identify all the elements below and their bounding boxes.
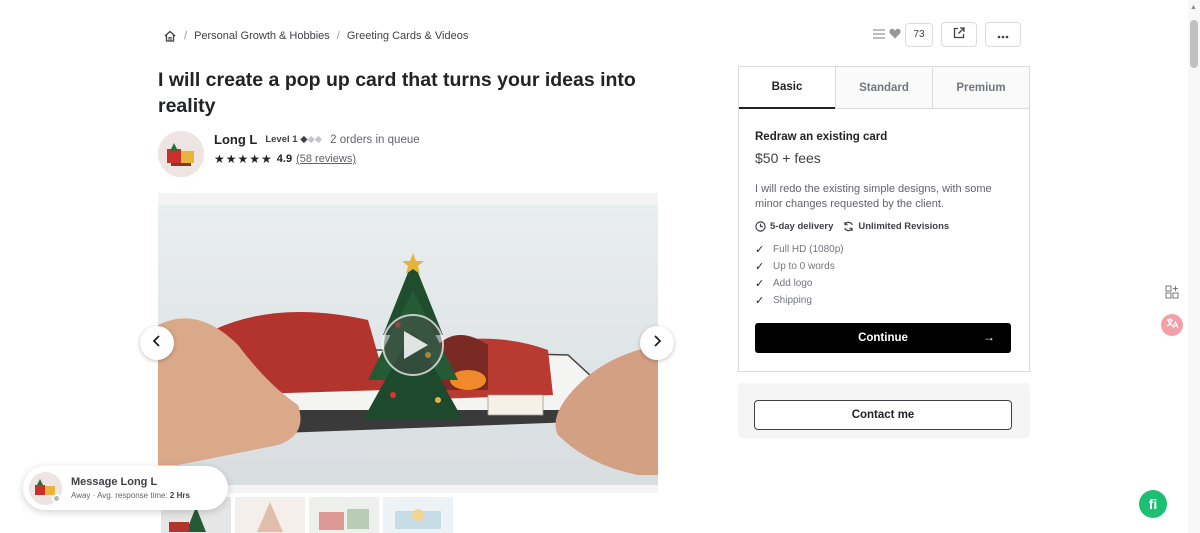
breadcrumb-item-category[interactable]: Personal Growth & Hobbies [194, 30, 330, 42]
list-icon[interactable] [873, 26, 885, 44]
feature-item: ✓ Full HD (1080p) [755, 241, 1013, 258]
feature-label: Shipping [773, 295, 812, 306]
more-options-button[interactable] [985, 22, 1021, 47]
check-icon: ✓ [755, 261, 765, 273]
response-time-value: 2 Hrs [169, 491, 190, 500]
message-title: Message Long L [71, 476, 158, 488]
heart-icon[interactable] [889, 26, 901, 44]
breadcrumb-separator: / [184, 30, 188, 42]
seller-name[interactable]: Long L [214, 132, 257, 147]
check-icon: ✓ [755, 278, 765, 290]
apps-plus-icon [1165, 285, 1179, 304]
tab-basic[interactable]: Basic [739, 67, 835, 109]
continue-label: Continue [858, 332, 908, 344]
package-tabs: Basic Standard Premium [739, 67, 1029, 109]
gallery-next-button[interactable] [640, 326, 674, 360]
package-meta: 5-day delivery Unlimited Revisions [755, 221, 1013, 232]
chevron-right-icon [652, 334, 662, 352]
message-status-line: Away · Avg. response time: 2 Hrs [71, 491, 190, 500]
star-rating-icon: ★★★★★ [214, 152, 273, 166]
seller-overview: Long L Level 1 ◆◆◆ 2 orders in queue ★★★… [158, 131, 420, 177]
message-text: Message Long L Away · Avg. response time… [71, 476, 190, 500]
seller-avatar[interactable] [158, 131, 204, 177]
breadcrumb-separator: / [336, 30, 340, 42]
tab-premium[interactable]: Premium [932, 67, 1029, 108]
refresh-icon [843, 221, 854, 232]
feature-item: ✓ Add logo [755, 275, 1013, 292]
reviews-link[interactable]: (58 reviews) [296, 153, 356, 165]
gig-gallery[interactable] [158, 193, 658, 493]
rating-value: 4.9 [276, 153, 293, 165]
likes-count: 73 [905, 22, 933, 47]
share-icon [953, 26, 965, 44]
package-panel: Basic Standard Premium Redraw an existin… [738, 66, 1030, 372]
gallery-thumbnail[interactable] [383, 497, 453, 533]
translate-icon [1165, 316, 1179, 335]
share-button[interactable] [941, 22, 977, 47]
package-description: I will redo the existing simple designs,… [755, 183, 992, 210]
fiverr-badge-icon[interactable]: fi [1139, 490, 1167, 518]
gallery-thumbnail[interactable] [235, 497, 305, 533]
more-icon [997, 26, 1009, 44]
arrow-right-icon: → [983, 330, 995, 344]
save-to-list[interactable]: 73 [873, 22, 933, 47]
message-seller-bubble[interactable]: Message Long L Away · Avg. response time… [23, 466, 228, 510]
delivery-time: 5-day delivery [755, 221, 833, 232]
page-scrollbar[interactable]: ▲ [1188, 0, 1200, 533]
gig-title: I will create a pop up card that turns y… [158, 69, 636, 117]
revisions: Unlimited Revisions [843, 221, 949, 232]
feature-label: Full HD (1080p) [773, 244, 844, 255]
breadcrumb-item-subcategory[interactable]: Greeting Cards & Videos [347, 30, 468, 42]
level-diamond-icon: ◆ [300, 134, 308, 145]
package-features: ✓ Full HD (1080p) ✓ Up to 0 words ✓ Add log… [755, 241, 1013, 309]
seller-level-label: Level 1 [265, 134, 298, 145]
translate-widget-button[interactable] [1161, 314, 1183, 336]
level-diamond-icon: ◆◆ [307, 134, 323, 145]
check-icon: ✓ [755, 295, 765, 307]
gallery-prev-button[interactable] [140, 326, 174, 360]
feature-label: Up to 0 words [773, 261, 835, 272]
check-icon: ✓ [755, 244, 765, 256]
feature-item: ✓ Shipping [755, 292, 1013, 309]
delivery-label: 5-day delivery [770, 221, 834, 232]
continue-button[interactable]: Continue → [755, 323, 1011, 353]
response-time-label: Avg. response time: [97, 491, 168, 500]
package-price: $50 + fees [755, 150, 821, 166]
gallery-thumbnail[interactable] [309, 497, 379, 533]
apps-widget-button[interactable] [1161, 283, 1183, 305]
scrollbar-thumb[interactable] [1190, 20, 1198, 68]
contact-me-button[interactable]: Contact me [754, 400, 1012, 430]
home-icon[interactable] [163, 29, 177, 43]
gig-actions: 73 [873, 22, 1021, 47]
feature-label: Add logo [773, 278, 813, 289]
feature-item: ✓ Up to 0 words [755, 258, 1013, 275]
scroll-up-icon[interactable]: ▲ [1190, 4, 1197, 11]
contact-section: Contact me [738, 383, 1030, 438]
orders-in-queue: 2 orders in queue [330, 133, 420, 146]
package-title: Redraw an existing card [755, 131, 888, 143]
breadcrumb: / Personal Growth & Hobbies / Greeting C… [163, 29, 468, 43]
revisions-label: Unlimited Revisions [858, 221, 950, 232]
away-status: Away [71, 491, 91, 500]
away-status-dot [52, 494, 61, 503]
seller-info: Long L Level 1 ◆◆◆ 2 orders in queue ★★★… [214, 131, 420, 177]
package-content: Redraw an existing card $50 + fees I wil… [739, 109, 1029, 353]
tab-standard[interactable]: Standard [835, 67, 932, 108]
chevron-left-icon [152, 334, 162, 352]
gallery-video-image[interactable] [158, 205, 658, 485]
seller-level: Level 1 ◆◆◆ [265, 134, 322, 145]
clock-icon [755, 221, 766, 232]
